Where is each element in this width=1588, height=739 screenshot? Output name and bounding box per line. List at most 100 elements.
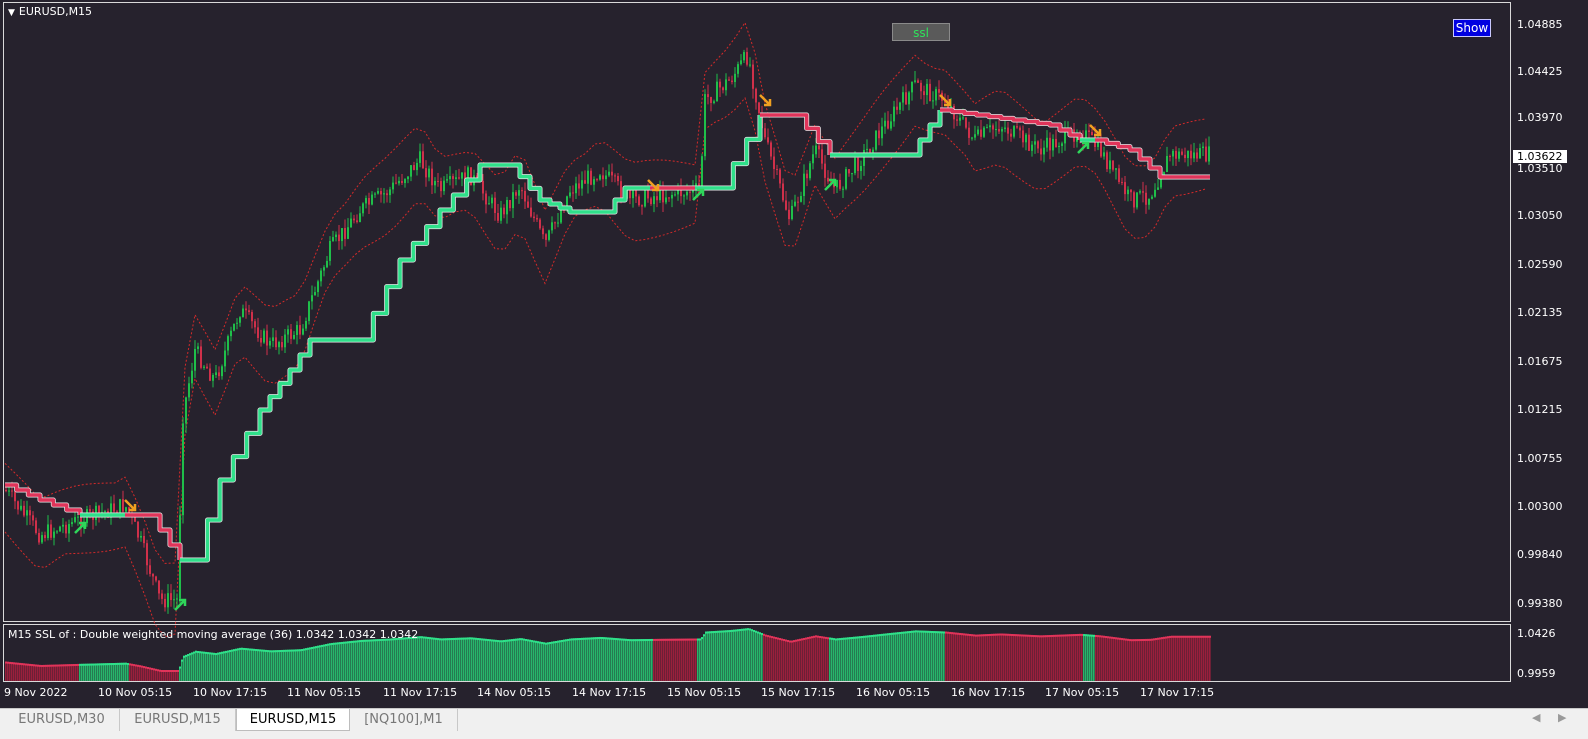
histogram-bar — [1025, 634, 1027, 681]
time-tick: 11 Nov 17:15 — [383, 686, 458, 699]
histogram-bar — [265, 649, 267, 681]
histogram-cap — [249, 648, 251, 651]
histogram-bar — [1131, 639, 1133, 681]
histogram-cap — [209, 652, 211, 655]
histogram-bar — [1089, 634, 1091, 681]
histogram-cap — [955, 632, 957, 635]
candle-body — [725, 79, 727, 91]
price-tick: 1.04425 — [1517, 65, 1563, 78]
scroll-right-icon[interactable]: ▶ — [1558, 711, 1566, 724]
histogram-cap — [993, 633, 995, 636]
histogram-bar — [981, 634, 983, 681]
histogram-cap — [833, 638, 835, 641]
histogram-bar — [103, 663, 105, 681]
histogram-bar — [149, 667, 151, 681]
histogram-cap — [71, 664, 73, 667]
histogram-cap — [151, 667, 153, 670]
candle-body — [458, 177, 460, 179]
histogram-cap — [67, 664, 69, 667]
histogram-cap — [771, 636, 773, 639]
tab-eurusd-m30[interactable]: EURUSD,M30 — [4, 709, 120, 731]
histogram-cap — [979, 634, 981, 637]
tab-nq100-m1[interactable]: [NQ100],M1 — [350, 709, 458, 731]
histogram-cap — [1173, 635, 1175, 638]
histogram-bar — [467, 637, 469, 681]
histogram-bar — [1057, 634, 1059, 681]
histogram-cap — [709, 631, 711, 634]
histogram-cap — [961, 633, 963, 636]
histogram-bar — [865, 635, 867, 681]
histogram-cap — [123, 662, 125, 665]
scroll-left-icon[interactable]: ◀ — [1532, 711, 1540, 724]
candle-body — [545, 234, 547, 240]
histogram-cap — [1081, 633, 1083, 636]
candle-body — [1037, 141, 1039, 149]
candle-body — [44, 535, 46, 539]
histogram-cap — [665, 638, 667, 641]
histogram-cap — [609, 637, 611, 640]
chart-title[interactable]: ▼ EURUSD,M15 — [8, 5, 92, 18]
histogram-bar — [823, 636, 825, 681]
candle-body — [632, 190, 634, 199]
histogram-bar — [993, 633, 995, 681]
candle-body — [1028, 134, 1030, 151]
candle-body — [1010, 133, 1012, 137]
histogram-bar — [601, 637, 603, 681]
histogram-cap — [495, 639, 497, 642]
histogram-bar — [947, 631, 949, 681]
histogram-bar — [843, 637, 845, 681]
histogram-bar — [915, 630, 917, 681]
ssl-button[interactable]: ssl — [892, 23, 950, 41]
histogram-bar — [313, 646, 315, 681]
histogram-bar — [211, 652, 213, 681]
buy-arrow-icon — [692, 188, 705, 201]
histogram-bar — [909, 631, 911, 681]
histogram-cap — [19, 662, 21, 665]
histogram-bar — [805, 637, 807, 681]
histogram-cap — [21, 663, 23, 666]
histogram-bar — [553, 641, 555, 681]
histogram-cap — [165, 670, 167, 672]
histogram-cap — [965, 633, 967, 636]
histogram-cap — [1161, 637, 1163, 640]
candle-body — [146, 543, 148, 566]
histogram-cap — [455, 637, 457, 640]
histogram-cap — [503, 640, 505, 643]
histogram-bar — [733, 629, 735, 681]
tab-eurusd-m15[interactable]: EURUSD,M15 — [120, 709, 236, 731]
histogram-cap — [193, 651, 195, 654]
histogram-bar — [889, 633, 891, 681]
histogram-bar — [401, 637, 403, 681]
chart-window[interactable]: ▼ EURUSD,M15 ssl Show M15 SSL of : Double… — [0, 0, 1588, 708]
histogram-bar — [1153, 638, 1155, 681]
candle-body — [713, 101, 715, 103]
histogram-bar — [63, 664, 65, 681]
price-tick: 1.02135 — [1517, 306, 1563, 319]
histogram-cap — [765, 634, 767, 637]
histogram-cap — [791, 640, 793, 643]
histogram-bar — [927, 630, 929, 681]
histogram-bar — [653, 638, 655, 681]
tab-eurusd-m15-active[interactable]: EURUSD,M15 — [236, 709, 350, 731]
histogram-cap — [337, 642, 339, 645]
show-button[interactable]: Show — [1453, 19, 1491, 37]
histogram-cap — [79, 663, 81, 666]
histogram-cap — [243, 647, 245, 650]
histogram-bar — [1123, 638, 1125, 681]
histogram-cap — [1171, 635, 1173, 638]
collapse-triangle-icon[interactable]: ▼ — [8, 8, 15, 18]
histogram-bar — [581, 637, 583, 681]
histogram-bar — [555, 641, 557, 681]
histogram-bar — [97, 663, 99, 681]
histogram-bar — [711, 631, 713, 681]
histogram-bar — [497, 640, 499, 681]
histogram-bar — [989, 633, 991, 681]
histogram-cap — [281, 649, 283, 652]
candle-body — [1184, 154, 1186, 159]
candle-body — [1001, 128, 1003, 132]
histogram-bar — [127, 663, 129, 681]
candle-body — [719, 81, 721, 88]
candle-body — [653, 196, 655, 205]
candle-body — [533, 216, 535, 219]
histogram-cap — [81, 663, 83, 666]
